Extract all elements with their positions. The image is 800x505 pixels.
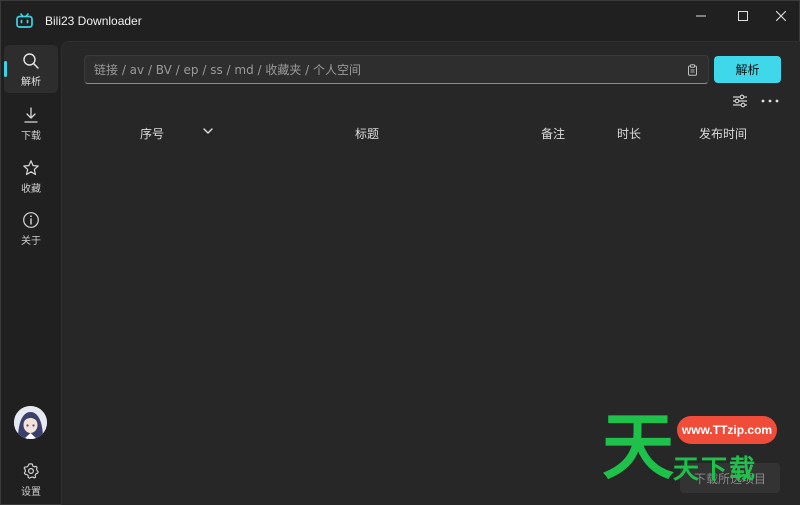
sidebar-item-settings[interactable]: 设置 (4, 455, 58, 503)
chevron-down-icon[interactable] (202, 126, 214, 136)
sidebar: 解析 下载 收藏 关于 设置 (1, 41, 61, 505)
more-options-icon[interactable] (760, 93, 780, 109)
sidebar-item-label: 解析 (21, 77, 41, 88)
column-header-duration[interactable]: 时长 (617, 125, 641, 142)
info-icon (23, 212, 39, 228)
sidebar-item-label: 收藏 (21, 184, 41, 195)
close-icon (776, 11, 786, 21)
app-title: Bili23 Downloader (45, 14, 142, 28)
bilibili-logo-icon (16, 13, 33, 28)
title-bar: Bili23 Downloader (1, 1, 800, 41)
clipboard-icon[interactable] (687, 64, 698, 76)
parse-button[interactable]: 解析 (714, 56, 781, 83)
search-icon (23, 53, 39, 69)
watermark-logo: 天 (602, 408, 674, 483)
close-button[interactable] (761, 1, 800, 31)
maximize-icon (738, 11, 748, 21)
avatar[interactable] (14, 406, 47, 439)
sidebar-item-label: 下载 (21, 131, 41, 142)
app-window: Bili23 Downloader 解析 下载 收藏 关于 设置 链接 / av… (0, 0, 800, 505)
gear-icon (23, 463, 39, 479)
avatar-image (14, 406, 47, 439)
watermark-text: 天下载 (673, 455, 758, 485)
active-indicator (4, 61, 7, 77)
download-icon (24, 107, 38, 123)
svg-text:天: 天 (602, 408, 674, 483)
sidebar-item-parse[interactable]: 解析 (4, 45, 58, 93)
star-icon (23, 160, 39, 176)
column-header-index[interactable]: 序号 (140, 125, 164, 142)
sidebar-item-label: 设置 (21, 487, 41, 498)
minimize-icon (696, 15, 706, 17)
minimize-button[interactable] (681, 1, 721, 31)
column-header-publish-time[interactable]: 发布时间 (699, 125, 747, 142)
search-input[interactable] (94, 56, 674, 83)
table-header: 序号 标题 备注 时长 发布时间 (62, 118, 800, 146)
sidebar-item-download[interactable]: 下载 (4, 99, 58, 147)
sidebar-item-favorites[interactable]: 收藏 (4, 152, 58, 200)
filter-settings-icon[interactable] (731, 93, 749, 109)
column-header-title[interactable]: 标题 (355, 125, 379, 142)
watermark-badge: www.TTzip.com (677, 416, 777, 444)
search-box[interactable] (84, 55, 709, 84)
maximize-button[interactable] (723, 1, 763, 31)
column-header-note[interactable]: 备注 (541, 125, 565, 142)
sidebar-item-label: 关于 (21, 236, 41, 247)
sidebar-item-about[interactable]: 关于 (4, 204, 58, 252)
